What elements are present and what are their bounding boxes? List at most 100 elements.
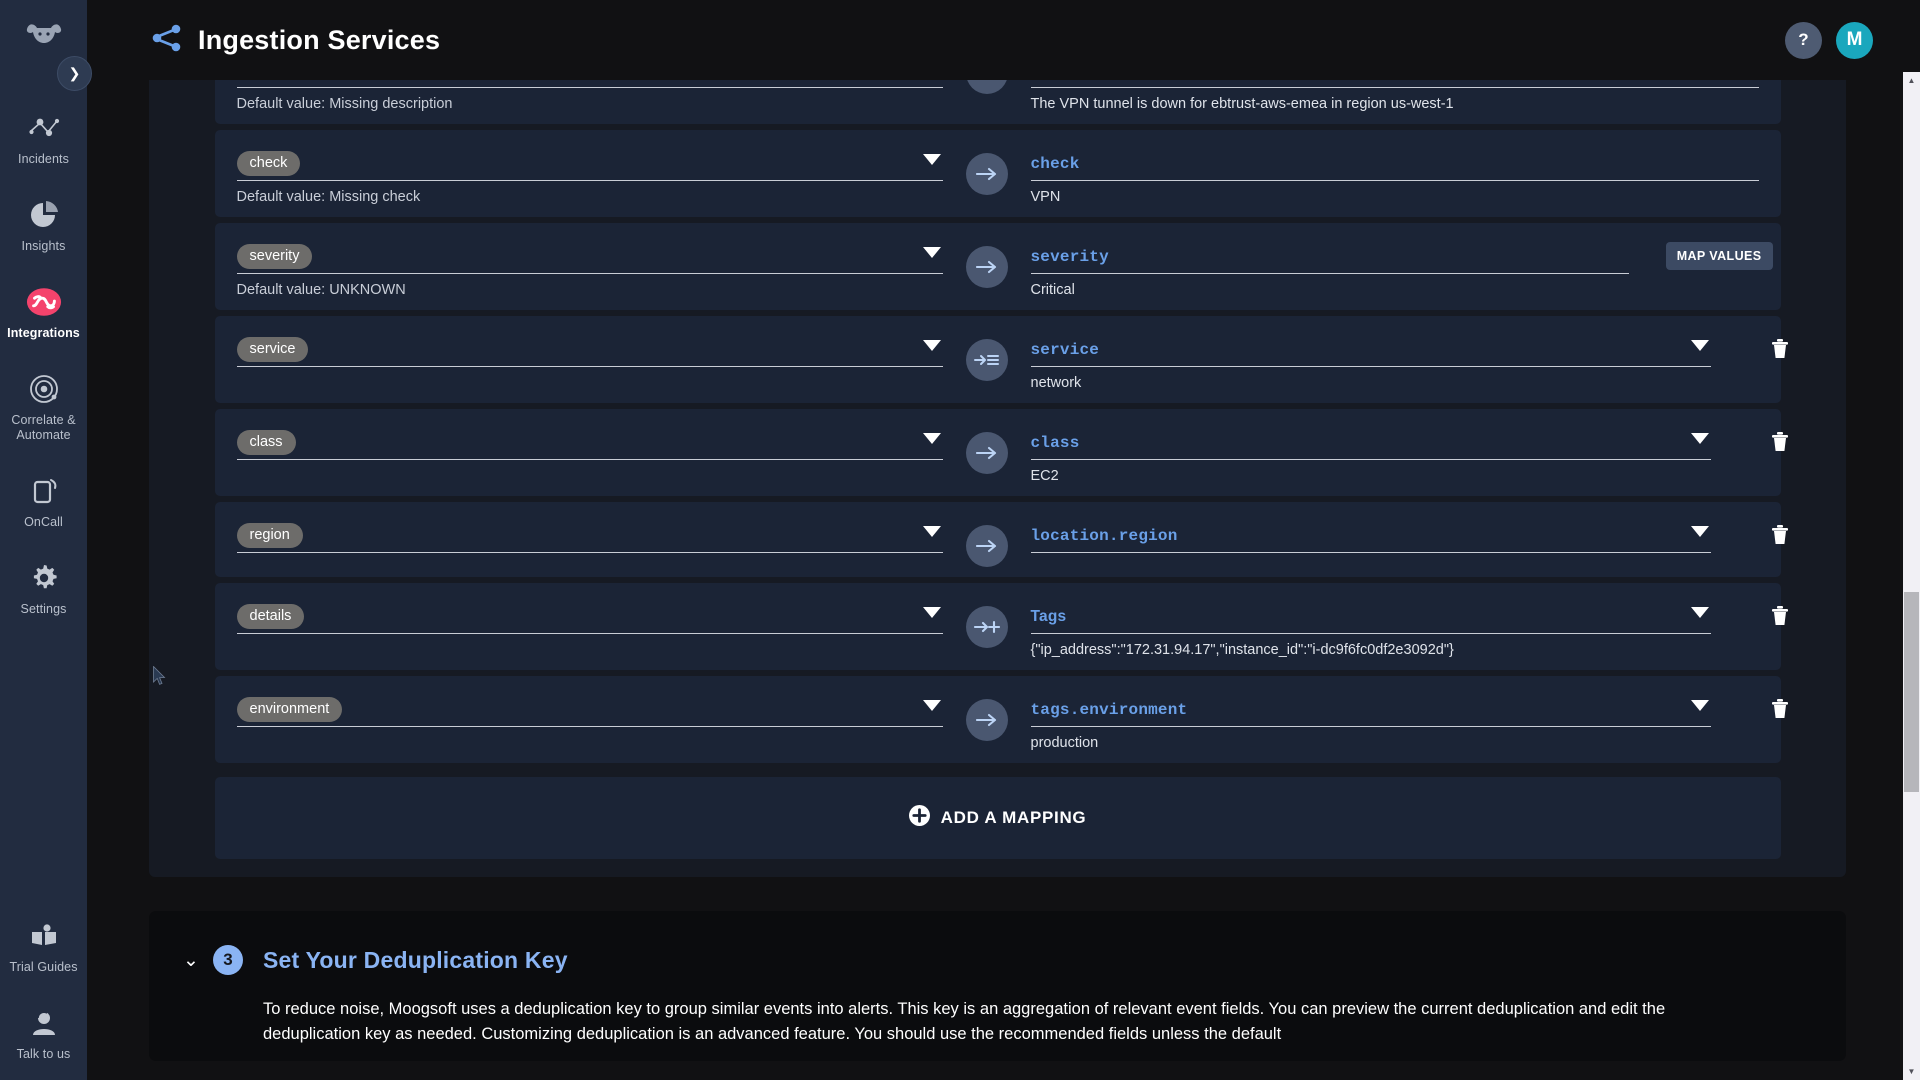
sidebar-item-oncall[interactable]: OnCall (0, 463, 87, 536)
mapping-source: service (236, 329, 943, 374)
chevron-down-icon[interactable] (1690, 526, 1709, 537)
target-name: check (1030, 154, 1080, 173)
source-field[interactable]: severity (236, 240, 943, 274)
mapping-source: severity Default value: UNKNOWN (236, 236, 943, 300)
mapping-arrow (943, 689, 1031, 741)
delete-mapping-button[interactable] (1770, 605, 1792, 629)
target-spiral-icon (26, 371, 62, 407)
source-pill: service (236, 337, 309, 362)
source-field[interactable]: region (236, 519, 943, 553)
target-value: {"ip_address":"172.31.94.17","instance_i… (1030, 642, 1454, 658)
person-support-icon (26, 1005, 62, 1041)
delete-mapping-button[interactable] (1770, 431, 1792, 455)
mapping-arrow (943, 329, 1031, 381)
mobile-phone-icon (26, 473, 62, 509)
source-field[interactable]: service (236, 333, 943, 367)
share-nodes-icon (150, 23, 184, 58)
sidebar-item-insights[interactable]: Insights (0, 187, 87, 260)
help-button[interactable]: ? (1785, 21, 1822, 59)
incidents-scatter-icon (26, 110, 62, 146)
chevron-down-icon[interactable] (922, 247, 941, 258)
mapping-source: environment (236, 689, 943, 734)
target-wrapper: severity Critical MAP VALUES (1030, 240, 1773, 300)
target-field[interactable]: Tags (1030, 600, 1711, 634)
sidebar-item-talk-to-us[interactable]: Talk to us (0, 995, 87, 1068)
target-value: EC2 (1030, 468, 1059, 484)
chevron-down-icon[interactable] (922, 154, 941, 165)
source-pill: environment (236, 697, 343, 722)
target-name: class (1030, 433, 1080, 452)
page-title: Ingestion Services (198, 24, 441, 55)
sidebar-item-trial-guides[interactable]: Trial Guides (0, 908, 87, 981)
target-name: tags.environment (1030, 700, 1188, 719)
avatar[interactable]: M (1836, 21, 1873, 59)
chevron-down-icon[interactable] (922, 526, 941, 537)
chevron-down-icon[interactable] (922, 607, 941, 618)
target-name: location.region (1030, 526, 1178, 545)
chevron-down-icon[interactable] (1690, 340, 1709, 351)
delete-mapping-button[interactable] (1770, 338, 1792, 362)
open-book-icon (26, 918, 62, 954)
sidebar-item-correlate-automate[interactable]: Correlate & Automate (0, 361, 87, 449)
step-title: Set Your Deduplication Key (263, 946, 568, 973)
sidebar-item-settings[interactable]: Settings (0, 550, 87, 623)
header-brand: Ingestion Services (150, 23, 440, 58)
target-field[interactable]: tags.environment (1030, 693, 1711, 727)
sidebar-item-integrations[interactable]: Integrations (0, 274, 87, 347)
scrollbar-thumb[interactable] (1904, 592, 1919, 792)
source-field[interactable]: environment (236, 693, 943, 727)
source-default-value: Default value: UNKNOWN (236, 282, 406, 298)
target-field[interactable]: class (1030, 426, 1711, 460)
scroll-up-button[interactable]: ▲ (1903, 72, 1920, 89)
mapping-arrow (943, 143, 1031, 195)
chevron-down-icon[interactable] (922, 340, 941, 351)
target-field[interactable]: severity (1030, 240, 1629, 274)
source-field[interactable]: class (236, 426, 943, 460)
source-pill: class (236, 430, 296, 455)
target-field[interactable]: check (1030, 147, 1759, 181)
target-name: service (1030, 340, 1100, 359)
target-name: Tags (1030, 607, 1067, 625)
sidebar-item-label: OnCall (24, 515, 63, 529)
mouse-cursor (153, 665, 166, 685)
mapping-card: Default value: Missing description The V… (149, 72, 1846, 877)
source-field[interactable]: details (236, 600, 943, 634)
target-wrapper: service network (1030, 333, 1788, 393)
source-pill: check (236, 151, 301, 176)
delete-mapping-button[interactable] (1770, 524, 1792, 548)
step-3-header[interactable]: ⌄ 3 Set Your Deduplication Key (149, 945, 1846, 975)
chevron-right-icon: ❯ (68, 65, 81, 81)
sidebar-toggle-button[interactable]: ❯ (57, 56, 92, 91)
target-field[interactable]: service (1030, 333, 1711, 367)
chevron-down-icon[interactable] (1690, 700, 1709, 711)
sidebar-item-incidents[interactable]: Incidents (0, 100, 87, 173)
delete-mapping-button[interactable] (1770, 698, 1792, 722)
chevron-down-icon[interactable]: ⌄ (183, 951, 199, 970)
page-header: Ingestion Services ? M (87, 0, 1920, 80)
mapping-source: details (236, 596, 943, 641)
map-values-button[interactable]: MAP VALUES (1665, 242, 1773, 270)
target-wrapper: class EC2 (1030, 426, 1788, 486)
target-value: network (1030, 375, 1082, 391)
mapping-source: region (236, 515, 943, 560)
target-wrapper: The VPN tunnel is down for ebtrust-aws-e… (1030, 76, 1759, 114)
page-scrollbar[interactable]: ▲ ▼ (1903, 72, 1920, 1080)
arrow-right-icon (965, 246, 1008, 288)
moogsoft-cow-icon[interactable] (20, 14, 68, 54)
target-field[interactable]: location.region (1030, 519, 1711, 553)
add-mapping-button[interactable]: ADD A MAPPING (214, 777, 1781, 859)
source-field[interactable]: check (236, 147, 943, 181)
chevron-down-icon[interactable] (922, 700, 941, 711)
chevron-down-icon[interactable] (1690, 607, 1709, 618)
arrow-right-icon (965, 432, 1008, 474)
source-pill: region (236, 523, 303, 548)
mapping-arrow (943, 515, 1031, 567)
mapping-target: tags.environment production (1030, 689, 1788, 753)
mapping-panel: Default value: Missing description The V… (149, 72, 1846, 877)
mapping-target: Tags {"ip_address":"172.31.94.17","insta… (1030, 596, 1788, 660)
header-actions: ? M (1785, 21, 1873, 59)
chevron-down-icon[interactable] (922, 433, 941, 444)
chevron-down-icon[interactable] (1690, 433, 1709, 444)
mapping-target: class EC2 (1030, 422, 1788, 486)
scroll-down-button[interactable]: ▼ (1903, 1063, 1920, 1080)
